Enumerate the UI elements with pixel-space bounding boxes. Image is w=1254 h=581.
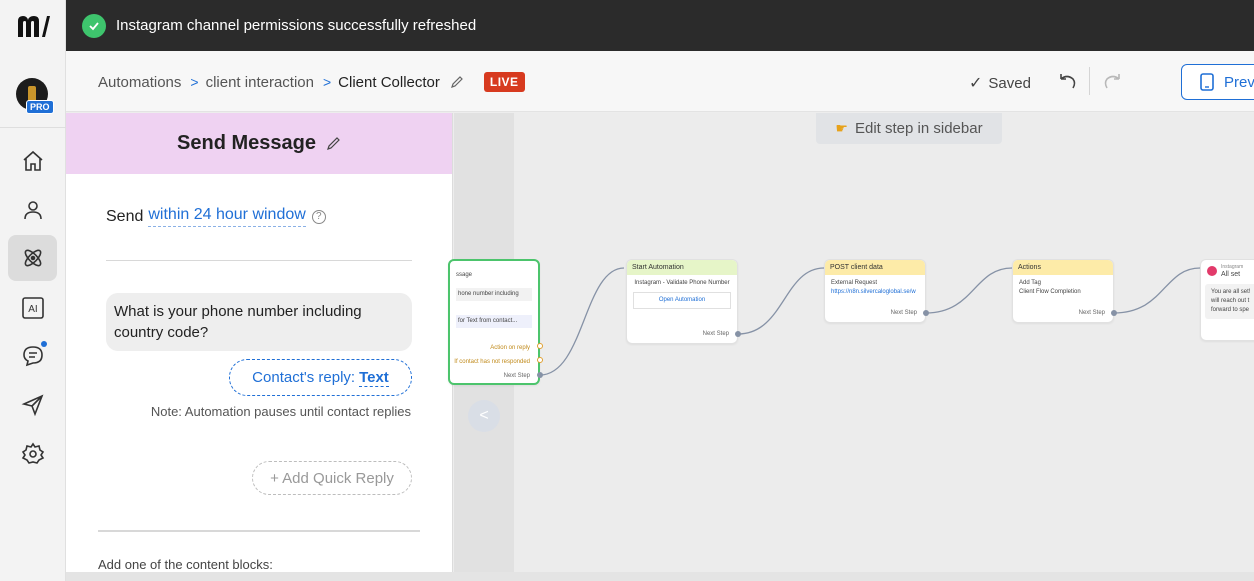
node-title: All set [1221, 271, 1241, 278]
reply-type: Text [359, 368, 389, 387]
check-icon: ✓ [969, 75, 983, 92]
nav-ai[interactable]: AI [8, 285, 57, 331]
reply-prefix: Contact's reply: [252, 369, 356, 386]
contacts-icon [23, 201, 42, 220]
node-title: POST client data [825, 260, 925, 275]
actions-node[interactable]: Actions Add Tag Client Flow Completion N… [1012, 259, 1114, 323]
redo-icon[interactable] [1102, 71, 1124, 93]
settings-icon [21, 442, 44, 464]
account-avatar[interactable]: PRO [16, 78, 54, 114]
success-toast: Instagram channel permissions successful… [66, 0, 1254, 51]
node-text: ssage [456, 272, 473, 278]
next-step: Next Step [890, 310, 917, 316]
pause-note: Note: Automation pauses until contact re… [150, 404, 411, 419]
node-text: Add Tag [1019, 280, 1041, 286]
broadcast-icon [21, 394, 43, 417]
flow-canvas[interactable]: ☛ Edit step in sidebar < ssage hone numb… [448, 113, 1254, 573]
automation-icon [24, 249, 41, 267]
add-quick-reply-button[interactable]: + Add Quick Reply [252, 461, 412, 495]
edit-title-pencil-icon[interactable] [326, 136, 341, 151]
nav-home[interactable] [8, 138, 57, 184]
manychat-logo[interactable] [0, 0, 66, 52]
node-channel: Instagram [1221, 264, 1244, 270]
node-text: Instagram - Validate Phone Number [634, 280, 730, 286]
preview-button[interactable]: Prev [1181, 64, 1254, 100]
add-content-blocks-label: Add one of the content blocks: [98, 557, 273, 572]
node-text: for Text from contact... [456, 315, 532, 328]
open-automation-link[interactable]: Open Automation [633, 292, 731, 309]
preview-label: Prev [1224, 73, 1254, 91]
message-bubble[interactable]: What is your phone number including coun… [106, 293, 412, 351]
contact-reply-button[interactable]: Contact's reply: Text [229, 359, 412, 396]
toast-message: Instagram channel permissions successful… [116, 17, 477, 34]
send-prefix: Send [106, 207, 144, 225]
chevron-right-icon: > [322, 74, 332, 90]
port-dot[interactable] [923, 310, 929, 316]
instagram-icon [1207, 266, 1217, 276]
home-icon [22, 150, 43, 171]
breadcrumb-automations[interactable]: Automations [98, 74, 181, 91]
ai-icon: AI [21, 297, 44, 319]
instagram-message-node[interactable]: Instagram All set You are all set! will … [1200, 259, 1254, 341]
node-text: hone number including [456, 288, 532, 301]
port-dot[interactable] [735, 331, 741, 337]
next-step: Next Step [503, 373, 530, 379]
port-dot[interactable] [537, 372, 543, 378]
next-step: Next Step [702, 331, 729, 337]
send-window-row: Send within 24 hour window ? [106, 206, 326, 227]
horizontal-scrollbar[interactable] [66, 572, 1254, 581]
node-text: You are all set! will reach out t forwar… [1205, 284, 1254, 319]
nav-broadcast[interactable] [8, 382, 57, 428]
help-icon[interactable]: ? [311, 209, 326, 224]
breadcrumb-folder[interactable]: client interaction [206, 74, 314, 91]
check-circle-icon [82, 13, 106, 38]
breadcrumb-flow-name[interactable]: Client Collector [338, 74, 440, 91]
nav-automation[interactable] [8, 235, 57, 281]
ai-icon-label: AI [28, 304, 37, 315]
chevron-right-icon: > [190, 74, 199, 90]
left-nav-rail: PRO AI [0, 0, 66, 581]
send-window-selector[interactable]: within 24 hour window [148, 206, 306, 227]
send-message-node[interactable]: ssage hone number including for Text fro… [448, 259, 540, 385]
port-dot[interactable] [1111, 310, 1117, 316]
undo-icon[interactable] [1056, 71, 1078, 93]
nav-settings[interactable] [8, 431, 57, 477]
chat-icon [22, 346, 43, 367]
port-dot[interactable] [537, 357, 543, 363]
start-automation-node[interactable]: Start Automation Instagram - Validate Ph… [626, 259, 738, 344]
nav-chat[interactable] [8, 333, 57, 379]
node-text: Client Flow Completion [1019, 289, 1081, 295]
live-badge: LIVE [483, 72, 525, 92]
toolbar-divider [1089, 67, 1090, 95]
unread-dot [41, 341, 47, 347]
saved-status: ✓ Saved [969, 73, 1031, 93]
node-url: https://n8n.silvercaloglobal.se/w [831, 289, 916, 295]
panel-header: Send Message [66, 113, 452, 174]
step-editor-panel: Send Message Send within 24 hour window … [66, 113, 453, 581]
node-title: Actions [1013, 260, 1113, 275]
port-dot[interactable] [537, 343, 543, 349]
panel-title[interactable]: Send Message [177, 132, 316, 155]
node-text: External Request [831, 280, 878, 286]
logo-icon [18, 16, 50, 37]
next-step: Next Step [1078, 310, 1105, 316]
phone-icon [1200, 73, 1214, 91]
divider [106, 260, 412, 261]
flow-header: Automations > client interaction > Clien… [66, 51, 1254, 112]
divider [98, 530, 420, 532]
saved-label: Saved [988, 74, 1031, 92]
edit-name-pencil-icon[interactable] [450, 75, 464, 89]
pro-badge: PRO [26, 100, 54, 114]
no-response: If contact has not responded [454, 359, 530, 365]
action-on-reply: Action on reply [490, 345, 530, 351]
nav-contacts[interactable] [8, 187, 57, 233]
node-connectors [539, 267, 1201, 376]
rail-divider [0, 127, 66, 128]
breadcrumb: Automations > client interaction > Clien… [98, 72, 525, 92]
post-client-data-node[interactable]: POST client data External Request https:… [824, 259, 926, 323]
node-title: Start Automation [627, 260, 737, 275]
